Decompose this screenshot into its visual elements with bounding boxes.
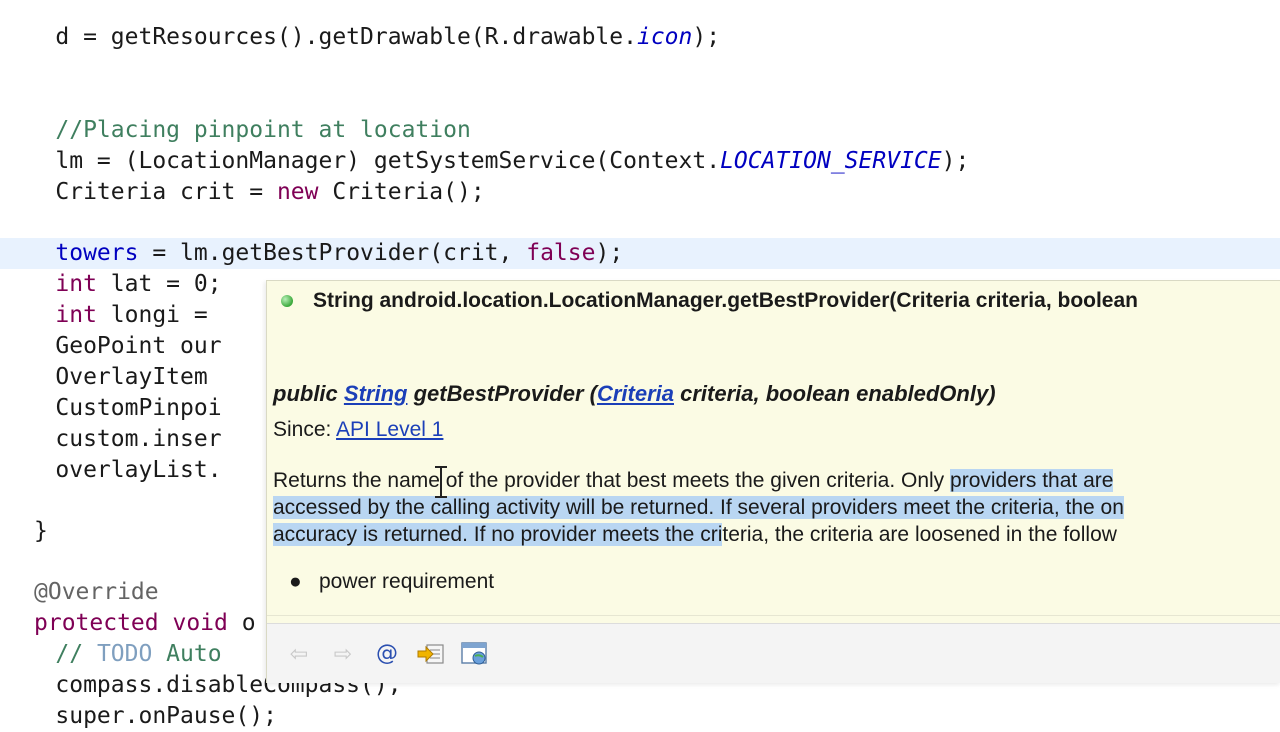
since-line: Since: API Level 1 <box>273 418 444 441</box>
forward-arrow-icon[interactable]: ⇨ <box>325 637 361 671</box>
back-arrow-icon[interactable]: ⇦ <box>281 637 317 671</box>
criteria-bullet-list: ● power requirement <box>289 570 494 594</box>
description-line-2: accessed by the calling activity will be… <box>273 496 1124 519</box>
description-line-1: Returns the name of the provider that be… <box>273 469 1114 492</box>
string-type-link[interactable]: String <box>344 381 408 406</box>
popup-header: String android.location.LocationManager.… <box>267 281 1280 321</box>
code-line-4[interactable]: Criteria crit = new Criteria(); <box>0 177 1280 208</box>
header-signature: String android.location.LocationManager.… <box>313 289 1138 312</box>
public-method-icon <box>281 295 293 307</box>
code-line-18[interactable]: super.onPause(); <box>0 701 1280 732</box>
criteria-type-link[interactable]: Criteria <box>597 381 674 406</box>
show-javadoc-button[interactable]: @ <box>369 637 405 671</box>
open-declaration-icon[interactable] <box>413 637 449 671</box>
bullet-icon: ● <box>289 570 302 593</box>
bullet-item: power requirement <box>319 570 495 593</box>
method-description: Returns the name of the provider that be… <box>273 467 1280 548</box>
code-line-1[interactable]: d = getResources().getDrawable(R.drawabl… <box>0 22 1280 53</box>
code-comment-line[interactable]: //Placing pinpoint at location <box>0 115 1280 146</box>
popup-divider <box>267 615 1280 616</box>
mouse-ibeam-cursor <box>435 466 447 498</box>
popup-toolbar: ⇦ ⇨ @ <box>267 623 1280 683</box>
code-line-current[interactable]: towers = lm.getBestProvider(crit, false)… <box>0 238 1280 269</box>
open-in-browser-icon[interactable] <box>457 637 493 671</box>
javadoc-hover-popup[interactable]: String android.location.LocationManager.… <box>266 280 1280 683</box>
description-line-3: accuracy is returned. If no provider mee… <box>273 523 1117 546</box>
api-level-link[interactable]: API Level 1 <box>336 418 443 441</box>
doc-signature: public String getBestProvider (Criteria … <box>273 381 996 406</box>
code-line-3[interactable]: lm = (LocationManager) getSystemService(… <box>0 146 1280 177</box>
